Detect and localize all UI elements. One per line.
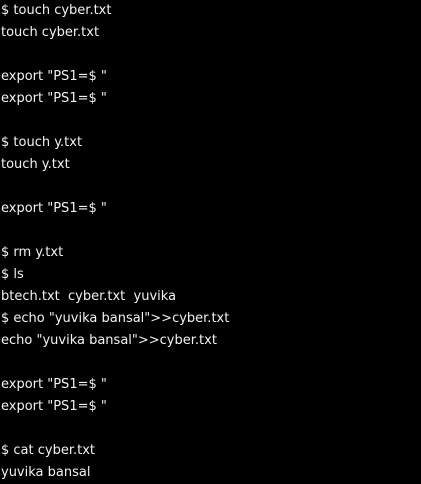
terminal-line: $ touch cyber.txt — [1, 3, 112, 18]
terminal-line: touch cyber.txt — [1, 25, 100, 40]
terminal-line: $ cat cyber.txt — [1, 443, 96, 458]
terminal-line: btech.txt cyber.txt yuvika — [1, 289, 177, 304]
terminal-line: touch y.txt — [1, 157, 70, 172]
terminal-line: export "PS1=$ " — [1, 399, 107, 414]
terminal-line: echo "yuvika bansal">>cyber.txt — [1, 333, 217, 348]
terminal-line: export "PS1=$ " — [1, 201, 107, 216]
terminal-line: yuvika bansal — [1, 465, 91, 480]
terminal-line: $ echo "yuvika bansal">>cyber.txt — [1, 311, 230, 326]
terminal-line: export "PS1=$ " — [1, 69, 107, 84]
terminal-line: $ rm y.txt — [1, 245, 64, 260]
terminal-line: export "PS1=$ " — [1, 377, 107, 392]
terminal-line: $ ls — [1, 267, 24, 282]
terminal-line: $ touch y.txt — [1, 135, 83, 150]
terminal-output[interactable]: $ touch cyber.txt touch cyber.txt export… — [0, 0, 421, 480]
terminal-line: export "PS1=$ " — [1, 91, 107, 106]
